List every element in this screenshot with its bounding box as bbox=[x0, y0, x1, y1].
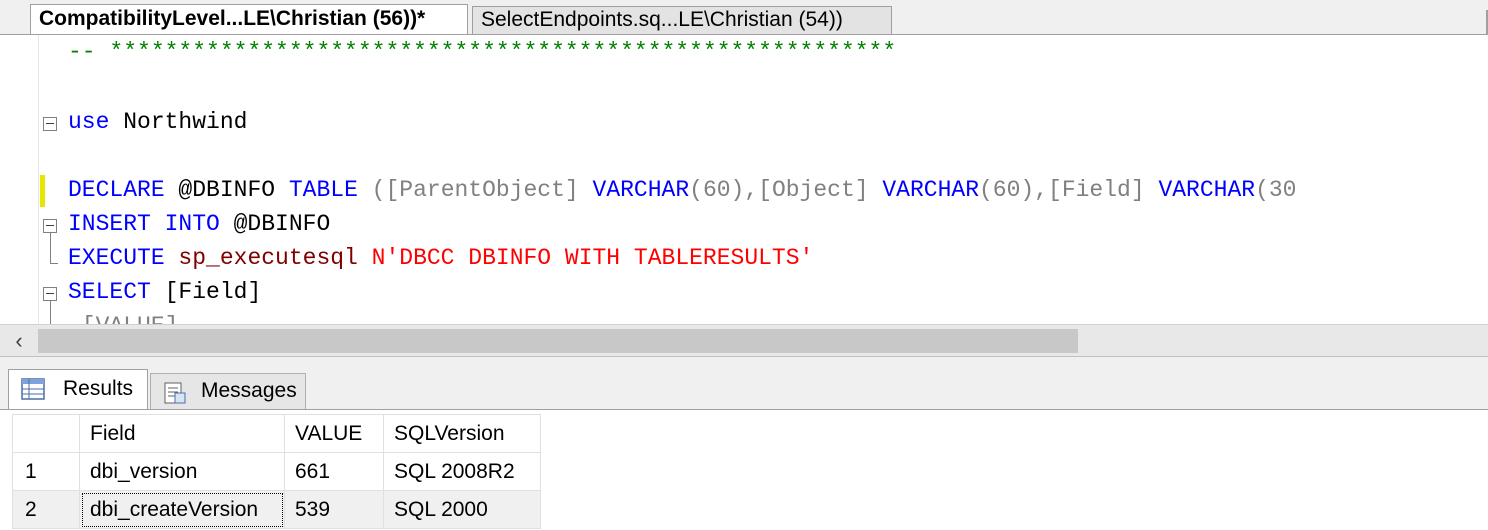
grid-header-row: Field VALUE SQLVersion bbox=[12, 414, 541, 453]
select-column: [Field] bbox=[150, 279, 262, 305]
results-grid-area: Field VALUE SQLVersion 1 dbi_version 661… bbox=[0, 409, 1488, 530]
tab-results[interactable]: Results bbox=[8, 369, 148, 409]
results-grid: Field VALUE SQLVersion 1 dbi_version 661… bbox=[12, 414, 541, 529]
fold-guide bbox=[50, 233, 51, 263]
procedure-name: sp_executesql bbox=[164, 245, 372, 271]
variable-dbinfo: @DBINFO bbox=[164, 177, 289, 203]
editor-margin bbox=[38, 35, 39, 325]
cell-value[interactable]: 661 bbox=[284, 452, 384, 491]
column-header-value[interactable]: VALUE bbox=[284, 414, 384, 453]
collapse-icon[interactable] bbox=[43, 287, 57, 301]
cell-field[interactable]: dbi_createVersion bbox=[79, 490, 285, 529]
keyword-insert-into: INSERT INTO bbox=[68, 211, 220, 237]
results-tab-label: Results bbox=[63, 377, 134, 400]
collapse-icon[interactable] bbox=[43, 219, 57, 233]
keyword-varchar-2: VARCHAR bbox=[882, 177, 979, 203]
row-number[interactable]: 1 bbox=[12, 452, 80, 491]
tab-compatibility-level[interactable]: CompatibilityLevel...LE\Christian (56))* bbox=[30, 4, 468, 34]
tab-messages[interactable]: Messages bbox=[150, 373, 306, 409]
cell-sqlversion[interactable]: SQL 2000 bbox=[383, 490, 541, 529]
fold-guide bbox=[50, 301, 51, 325]
cell-sqlversion[interactable]: SQL 2008R2 bbox=[383, 452, 541, 491]
grid-icon bbox=[21, 378, 45, 400]
cell-value[interactable]: 539 bbox=[284, 490, 384, 529]
column-header-field[interactable]: Field bbox=[79, 414, 285, 453]
database-name: Northwind bbox=[109, 109, 248, 135]
variable-dbinfo: @DBINFO bbox=[219, 211, 331, 237]
code-line-execute: EXECUTE sp_executesql N'DBCC DBINFO WITH… bbox=[68, 245, 813, 271]
messages-tab-label: Messages bbox=[201, 379, 297, 402]
changed-line-marker bbox=[40, 175, 45, 207]
declare-part-1: ([ParentObject] bbox=[357, 177, 593, 203]
keyword-declare: DECLARE bbox=[68, 177, 165, 203]
document-tab-strip: CompatibilityLevel...LE\Christian (56))*… bbox=[0, 0, 1488, 34]
scroll-left-icon[interactable]: ‹ bbox=[6, 329, 32, 353]
keyword-select: SELECT bbox=[68, 279, 151, 305]
code-line-insert: INSERT INTO @DBINFO bbox=[68, 211, 330, 237]
string-literal: N'DBCC DBINFO WITH TABLERESULTS' bbox=[371, 245, 814, 271]
messages-icon bbox=[164, 382, 186, 404]
collapse-icon[interactable] bbox=[43, 117, 57, 131]
keyword-varchar-3: VARCHAR bbox=[1158, 177, 1256, 203]
declare-part-4: (30 bbox=[1255, 177, 1297, 203]
keyword-varchar-1: VARCHAR bbox=[592, 177, 690, 203]
keyword-use: use bbox=[68, 109, 110, 135]
column-header-sqlversion[interactable]: SQLVersion bbox=[383, 414, 541, 453]
tab-select-endpoints[interactable]: SelectEndpoints.sq...LE\Christian (54)) bbox=[472, 6, 892, 34]
table-row[interactable]: 2 dbi_createVersion 539 SQL 2000 bbox=[12, 490, 541, 529]
code-line-select: SELECT [Field] bbox=[68, 279, 261, 305]
code-line-declare: DECLARE @DBINFO TABLE ([ParentObject] VA… bbox=[68, 177, 1296, 203]
keyword-table: TABLE bbox=[288, 177, 358, 203]
results-pane: Results Messages Field VALUE SQLVersion … bbox=[0, 356, 1488, 530]
declare-part-2: (60),[Object] bbox=[689, 177, 883, 203]
row-number[interactable]: 2 bbox=[12, 490, 80, 529]
horizontal-scrollbar[interactable]: ‹ bbox=[0, 324, 1488, 357]
cell-field[interactable]: dbi_version bbox=[79, 452, 285, 491]
table-row[interactable]: 1 dbi_version 661 SQL 2008R2 bbox=[12, 452, 541, 491]
query-editor[interactable]: -- *************************************… bbox=[0, 34, 1488, 325]
code-line-use: use Northwind bbox=[68, 109, 247, 135]
declare-part-3: (60),[Field] bbox=[979, 177, 1159, 203]
row-number-header[interactable] bbox=[12, 414, 80, 453]
code-line-comment: -- *************************************… bbox=[68, 39, 897, 65]
keyword-execute: EXECUTE bbox=[68, 245, 165, 271]
fold-guide-end bbox=[50, 263, 58, 264]
scrollbar-thumb[interactable] bbox=[38, 329, 1078, 353]
